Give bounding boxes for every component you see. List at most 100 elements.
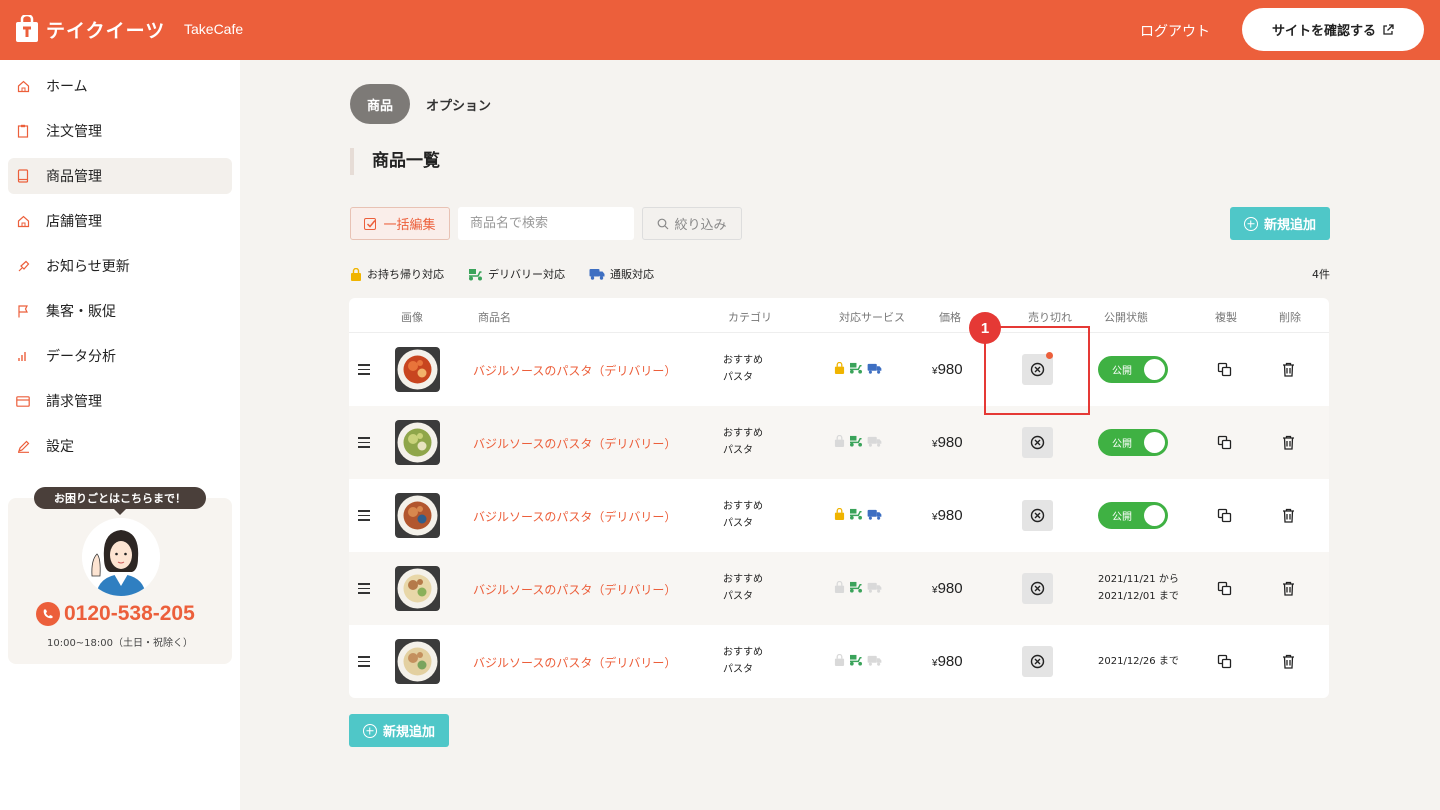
publish-toggle[interactable]: 公開 xyxy=(1098,502,1168,529)
product-name-link[interactable]: バジルソースのパスタ（デリバリー） xyxy=(473,435,676,452)
product-name-link[interactable]: バジルソースのパスタ（デリバリー） xyxy=(473,654,676,671)
duplicate-button[interactable] xyxy=(1217,362,1232,381)
delete-button[interactable] xyxy=(1282,435,1295,454)
drag-handle-icon[interactable] xyxy=(358,510,370,524)
delete-button[interactable] xyxy=(1282,654,1295,673)
product-price: ¥980 xyxy=(932,507,963,524)
category-tag: おすすめ xyxy=(723,355,763,366)
sidebar-item-label: 設定 xyxy=(46,439,74,455)
product-table: 画像 商品名 カテゴリ 対応サービス 価格 売り切れ 公開状態 複製 削除 バジ… xyxy=(349,298,1329,698)
publish-toggle[interactable]: 公開 xyxy=(1098,356,1168,383)
drag-handle-icon[interactable] xyxy=(358,656,370,670)
trash-icon xyxy=(1283,362,1294,377)
soldout-button[interactable] xyxy=(1022,427,1053,458)
publish-period-line: 2021/12/01 まで xyxy=(1098,591,1179,602)
top-header: テイクイーツ TakeCafe ログアウト サイトを確認する xyxy=(0,0,1440,60)
table-row: バジルソースのパスタ（デリバリー） おすすめ パスタ ¥980 公開 xyxy=(349,406,1329,479)
delete-button[interactable] xyxy=(1282,508,1295,527)
legend-mailorder: 通販対応 xyxy=(589,266,654,282)
sidebar-item-label: 注文管理 xyxy=(46,124,102,140)
book-icon xyxy=(16,169,30,183)
duplicate-button[interactable] xyxy=(1217,435,1232,454)
add-product-button-top[interactable]: 新規追加 xyxy=(1230,207,1330,240)
product-price: ¥980 xyxy=(932,653,963,670)
logout-link[interactable]: ログアウト xyxy=(1140,21,1210,41)
legend-label: お持ち帰り対応 xyxy=(367,268,444,281)
drag-handle-icon[interactable] xyxy=(358,437,370,451)
table-row: バジルソースのパスタ（デリバリー） おすすめ パスタ ¥980 2021/11/2… xyxy=(349,552,1329,625)
mail-truck-icon xyxy=(867,582,882,593)
legend-delivery: デリバリー対応 xyxy=(468,266,565,282)
product-thumbnail xyxy=(395,420,440,465)
sidebar-item-orders[interactable]: 注文管理 xyxy=(8,113,232,149)
takeout-bag-icon xyxy=(834,654,845,666)
category-tag: パスタ xyxy=(723,518,753,529)
flag-icon xyxy=(16,304,30,318)
store-name: TakeCafe xyxy=(184,21,244,37)
price-value: 980 xyxy=(937,653,963,670)
soldout-button[interactable] xyxy=(1022,500,1053,531)
plus-circle-icon xyxy=(362,723,377,738)
header-soldout: 売り切れ xyxy=(1028,311,1072,324)
tab-products[interactable]: 商品 xyxy=(350,84,410,124)
view-site-button[interactable]: サイトを確認する xyxy=(1242,8,1424,51)
app-logo[interactable]: テイクイーツ xyxy=(15,15,165,43)
product-name-link[interactable]: バジルソースのパスタ（デリバリー） xyxy=(473,508,676,525)
sidebar-item-analytics[interactable]: データ分析 xyxy=(8,338,232,374)
delivery-scooter-icon xyxy=(850,435,862,447)
sidebar-item-promotion[interactable]: 集客・販促 xyxy=(8,293,232,329)
product-name-link[interactable]: バジルソースのパスタ（デリバリー） xyxy=(473,581,676,598)
category-tag: おすすめ xyxy=(723,574,763,585)
sidebar-item-label: 店舗管理 xyxy=(46,214,102,230)
close-circle-icon xyxy=(1030,581,1045,596)
soldout-button[interactable] xyxy=(1022,646,1053,677)
logo-bag-icon xyxy=(16,15,38,42)
sidebar-item-products[interactable]: 商品管理 xyxy=(8,158,232,194)
product-price: ¥980 xyxy=(932,361,963,378)
product-category: おすすめ パスタ xyxy=(723,498,763,532)
product-name-link[interactable]: バジルソースのパスタ（デリバリー） xyxy=(473,362,676,379)
product-thumbnail xyxy=(395,493,440,538)
publish-toggle[interactable]: 公開 xyxy=(1098,429,1168,456)
product-thumbnail xyxy=(395,566,440,611)
clipboard-icon xyxy=(16,124,30,138)
close-circle-icon xyxy=(1030,435,1045,450)
copy-icon xyxy=(1217,508,1232,523)
takeout-bag-icon xyxy=(834,508,845,520)
phone-icon xyxy=(36,602,60,626)
soldout-button[interactable] xyxy=(1022,573,1053,604)
price-value: 980 xyxy=(937,580,963,597)
drag-handle-icon[interactable] xyxy=(358,583,370,597)
close-circle-icon xyxy=(1030,654,1045,669)
sidebar-item-store[interactable]: 店舗管理 xyxy=(8,203,232,239)
add-product-label: 新規追加 xyxy=(382,725,435,740)
header-category: カテゴリ xyxy=(728,311,772,324)
delete-button[interactable] xyxy=(1282,362,1295,381)
add-product-button-bottom[interactable]: 新規追加 xyxy=(349,714,449,747)
sidebar-item-settings[interactable]: 設定 xyxy=(8,428,232,464)
sidebar-item-billing[interactable]: 請求管理 xyxy=(8,383,232,419)
delete-button[interactable] xyxy=(1282,581,1295,600)
soldout-highlight-box xyxy=(984,326,1090,415)
filter-button[interactable]: 絞り込み xyxy=(642,207,742,240)
delivery-scooter-icon xyxy=(850,654,862,666)
table-row: バジルソースのパスタ（デリバリー） おすすめ パスタ ¥980 公開 xyxy=(349,479,1329,552)
duplicate-button[interactable] xyxy=(1217,654,1232,673)
support-phone[interactable]: 0120-538-205 xyxy=(36,602,195,626)
takeout-bag-icon xyxy=(834,362,845,374)
trash-icon xyxy=(1283,435,1294,450)
product-thumbnail xyxy=(395,639,440,684)
service-legend: お持ち帰り対応 デリバリー対応 通販対応 xyxy=(350,266,678,282)
bulk-edit-button[interactable]: 一括編集 xyxy=(350,207,450,240)
publish-period: 2021/12/26 まで xyxy=(1098,653,1179,670)
tab-options[interactable]: オプション xyxy=(426,95,491,114)
drag-handle-icon[interactable] xyxy=(358,364,370,378)
search-input[interactable] xyxy=(458,207,634,240)
sidebar-item-home[interactable]: ホーム xyxy=(8,68,232,104)
product-category: おすすめ パスタ xyxy=(723,352,763,386)
duplicate-button[interactable] xyxy=(1217,581,1232,600)
sidebar-item-label: 商品管理 xyxy=(46,169,102,185)
bar-chart-icon xyxy=(16,349,30,363)
sidebar-item-news[interactable]: お知らせ更新 xyxy=(8,248,232,284)
duplicate-button[interactable] xyxy=(1217,508,1232,527)
